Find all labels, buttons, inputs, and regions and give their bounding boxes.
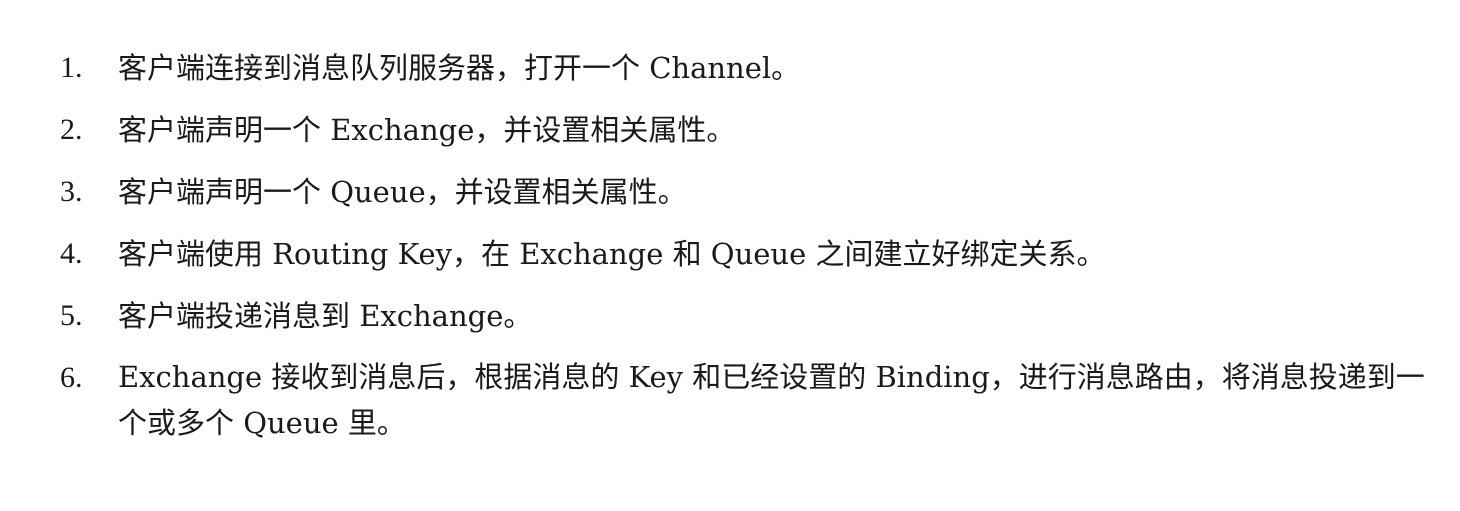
item-text: 客户端声明一个 Exchange，并设置相关属性。 bbox=[118, 113, 736, 147]
list-item: 5. 客户端投递消息到 Exchange。 bbox=[60, 292, 1440, 340]
item-number: 6. bbox=[60, 361, 83, 394]
list-item: 1. 客户端连接到消息队列服务器，打开一个 Channel。 bbox=[60, 44, 1440, 92]
item-text: 客户端投递消息到 Exchange。 bbox=[118, 299, 533, 333]
item-number: 1. bbox=[60, 51, 83, 84]
item-number: 5. bbox=[60, 299, 83, 332]
item-text: Exchange 接收到消息后，根据消息的 Key 和已经设置的 Binding… bbox=[118, 360, 1425, 440]
item-number: 3. bbox=[60, 175, 83, 208]
item-number: 4. bbox=[60, 237, 83, 270]
item-text: 客户端使用 Routing Key，在 Exchange 和 Queue 之间建… bbox=[118, 237, 1106, 271]
item-text: 客户端连接到消息队列服务器，打开一个 Channel。 bbox=[118, 51, 801, 85]
list-item: 3. 客户端声明一个 Queue，并设置相关属性。 bbox=[60, 168, 1440, 216]
list-item: 4. 客户端使用 Routing Key，在 Exchange 和 Queue … bbox=[60, 230, 1440, 278]
item-number: 2. bbox=[60, 113, 83, 146]
list-item: 6. Exchange 接收到消息后，根据消息的 Key 和已经设置的 Bind… bbox=[60, 354, 1440, 446]
list-item: 2. 客户端声明一个 Exchange，并设置相关属性。 bbox=[60, 106, 1440, 154]
numbered-list: 1. 客户端连接到消息队列服务器，打开一个 Channel。 2. 客户端声明一… bbox=[60, 44, 1440, 460]
item-text: 客户端声明一个 Queue，并设置相关属性。 bbox=[118, 175, 687, 209]
